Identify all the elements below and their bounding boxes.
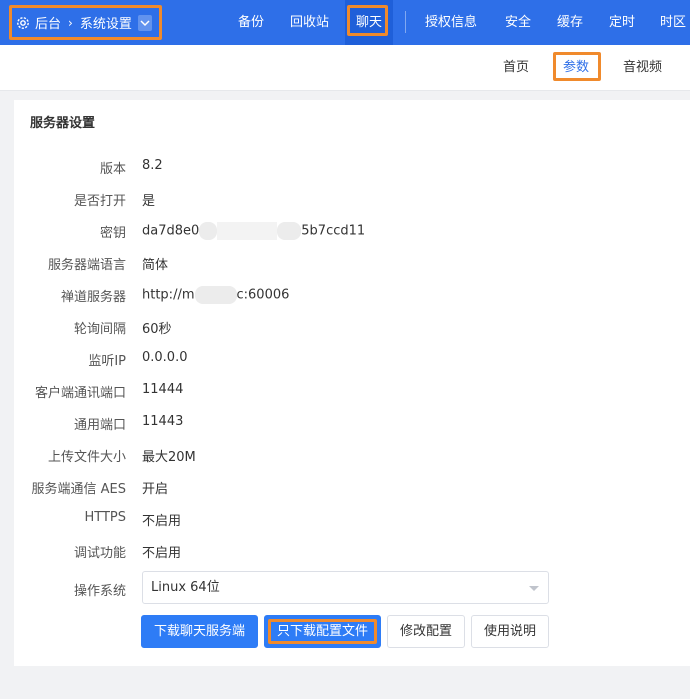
field-row: 客户端通讯端口 11444 [14, 382, 690, 402]
download-config-label: 只下载配置文件 [276, 624, 368, 639]
field-label-common-port: 通用端口 [73, 418, 126, 433]
field-row: 监听IP 0.0.0.0 [14, 350, 690, 370]
breadcrumb-current[interactable]: 系统设置 [80, 13, 132, 32]
field-row: 服务器端语言 简体 [14, 254, 690, 274]
field-value-upload-size: 最大20M [142, 450, 196, 465]
field-row: 服务端通信 AES 开启 [14, 478, 690, 498]
field-row: 密钥 da7d8e0 5b7ccd11 [14, 222, 690, 242]
field-row: 是否打开 是 [14, 190, 690, 210]
os-select-value: Linux 64位 [151, 580, 220, 595]
field-value-enabled: 是 [142, 194, 156, 209]
field-label-key: 密钥 [99, 226, 126, 241]
field-label-enabled: 是否打开 [73, 194, 126, 209]
field-label-zentao-server: 禅道服务器 [60, 290, 126, 305]
server-url-start: http://m [142, 287, 195, 303]
field-label-upload-size: 上传文件大小 [47, 450, 126, 465]
server-url-end: c:60006 [236, 287, 290, 303]
caret-down-icon [529, 586, 539, 591]
top-nav-bar: 后台 › 系统设置 备份 回收站 聊天 授权信息 安全 缓存 定时 时区 [0, 0, 690, 45]
field-value-https: 不启用 [142, 514, 182, 529]
redaction [277, 222, 302, 240]
edit-config-button[interactable]: 修改配置 [387, 615, 465, 648]
field-value-common-port: 11443 [142, 414, 184, 429]
field-value-client-port: 11444 [142, 382, 184, 397]
panel-title: 服务器设置 [30, 116, 96, 131]
key-end: 5b7ccd11 [301, 223, 366, 239]
breadcrumb[interactable]: 后台 › 系统设置 [9, 5, 162, 40]
breadcrumb-root[interactable]: 后台 [35, 13, 61, 32]
field-row: 轮询间隔 60秒 [14, 318, 690, 338]
download-config-button[interactable]: 只下载配置文件 [264, 615, 381, 648]
field-label-aes: 服务端通信 AES [31, 482, 127, 497]
field-row: 通用端口 11443 [14, 414, 690, 434]
download-server-button[interactable]: 下载聊天服务端 [141, 615, 258, 648]
field-row: 版本 8.2 [14, 158, 690, 178]
nav-item-security[interactable]: 安全 [505, 0, 531, 45]
field-row: 上传文件大小 最大20M [14, 446, 690, 466]
redaction [194, 286, 237, 304]
sub-tab-highlight-box [553, 52, 601, 81]
server-settings-panel: 服务器设置 版本 8.2 是否打开 是 密钥 da7d8e0 5b7ccd11 服… [14, 100, 690, 666]
sub-tab-av[interactable]: 音视频 [623, 45, 662, 91]
field-value-zentao-server: http://m c:60006 [142, 286, 289, 304]
field-value-listen-ip: 0.0.0.0 [142, 350, 188, 365]
nav-item-recycle-bin[interactable]: 回收站 [290, 0, 329, 45]
field-row: 禅道服务器 http://m c:60006 [14, 286, 690, 306]
field-label-server-language: 服务器端语言 [47, 258, 126, 273]
redaction [217, 222, 278, 240]
os-select[interactable]: Linux 64位 [142, 571, 549, 604]
nav-item-cron[interactable]: 定时 [609, 0, 635, 45]
field-value-server-language: 简体 [142, 258, 169, 273]
nav-item-chat-label: 聊天 [356, 15, 383, 30]
field-value-version: 8.2 [142, 158, 163, 173]
field-label-listen-ip: 监听IP [88, 354, 126, 369]
key-start: da7d8e0 [142, 223, 200, 239]
field-label-version: 版本 [99, 162, 126, 177]
field-row: 调试功能 不启用 [14, 542, 690, 562]
field-label-poll-interval: 轮询间隔 [73, 322, 126, 337]
field-label-debug: 调试功能 [73, 546, 126, 561]
field-value-aes: 开启 [142, 482, 169, 497]
nav-item-cache[interactable]: 缓存 [557, 0, 583, 45]
field-label-os: 操作系统 [73, 584, 126, 599]
nav-divider [405, 11, 406, 33]
sub-tab-home[interactable]: 首页 [503, 45, 529, 91]
field-value-key: da7d8e0 5b7ccd11 [142, 222, 365, 240]
redaction [199, 222, 218, 240]
nav-item-backup[interactable]: 备份 [238, 0, 264, 45]
field-label-https: HTTPS [84, 510, 126, 525]
gear-icon [16, 16, 30, 30]
chevron-down-icon[interactable] [137, 14, 152, 31]
breadcrumb-separator: › [68, 15, 73, 30]
nav-item-chat[interactable]: 聊天 [345, 0, 393, 45]
field-label-client-port: 客户端通讯端口 [34, 386, 126, 401]
help-button[interactable]: 使用说明 [471, 615, 549, 648]
field-row: HTTPS 不启用 [14, 510, 690, 530]
field-value-poll-interval: 60秒 [142, 322, 172, 337]
nav-item-timezone[interactable]: 时区 [660, 0, 686, 45]
field-value-debug: 不启用 [142, 546, 182, 561]
nav-item-license[interactable]: 授权信息 [425, 0, 477, 45]
